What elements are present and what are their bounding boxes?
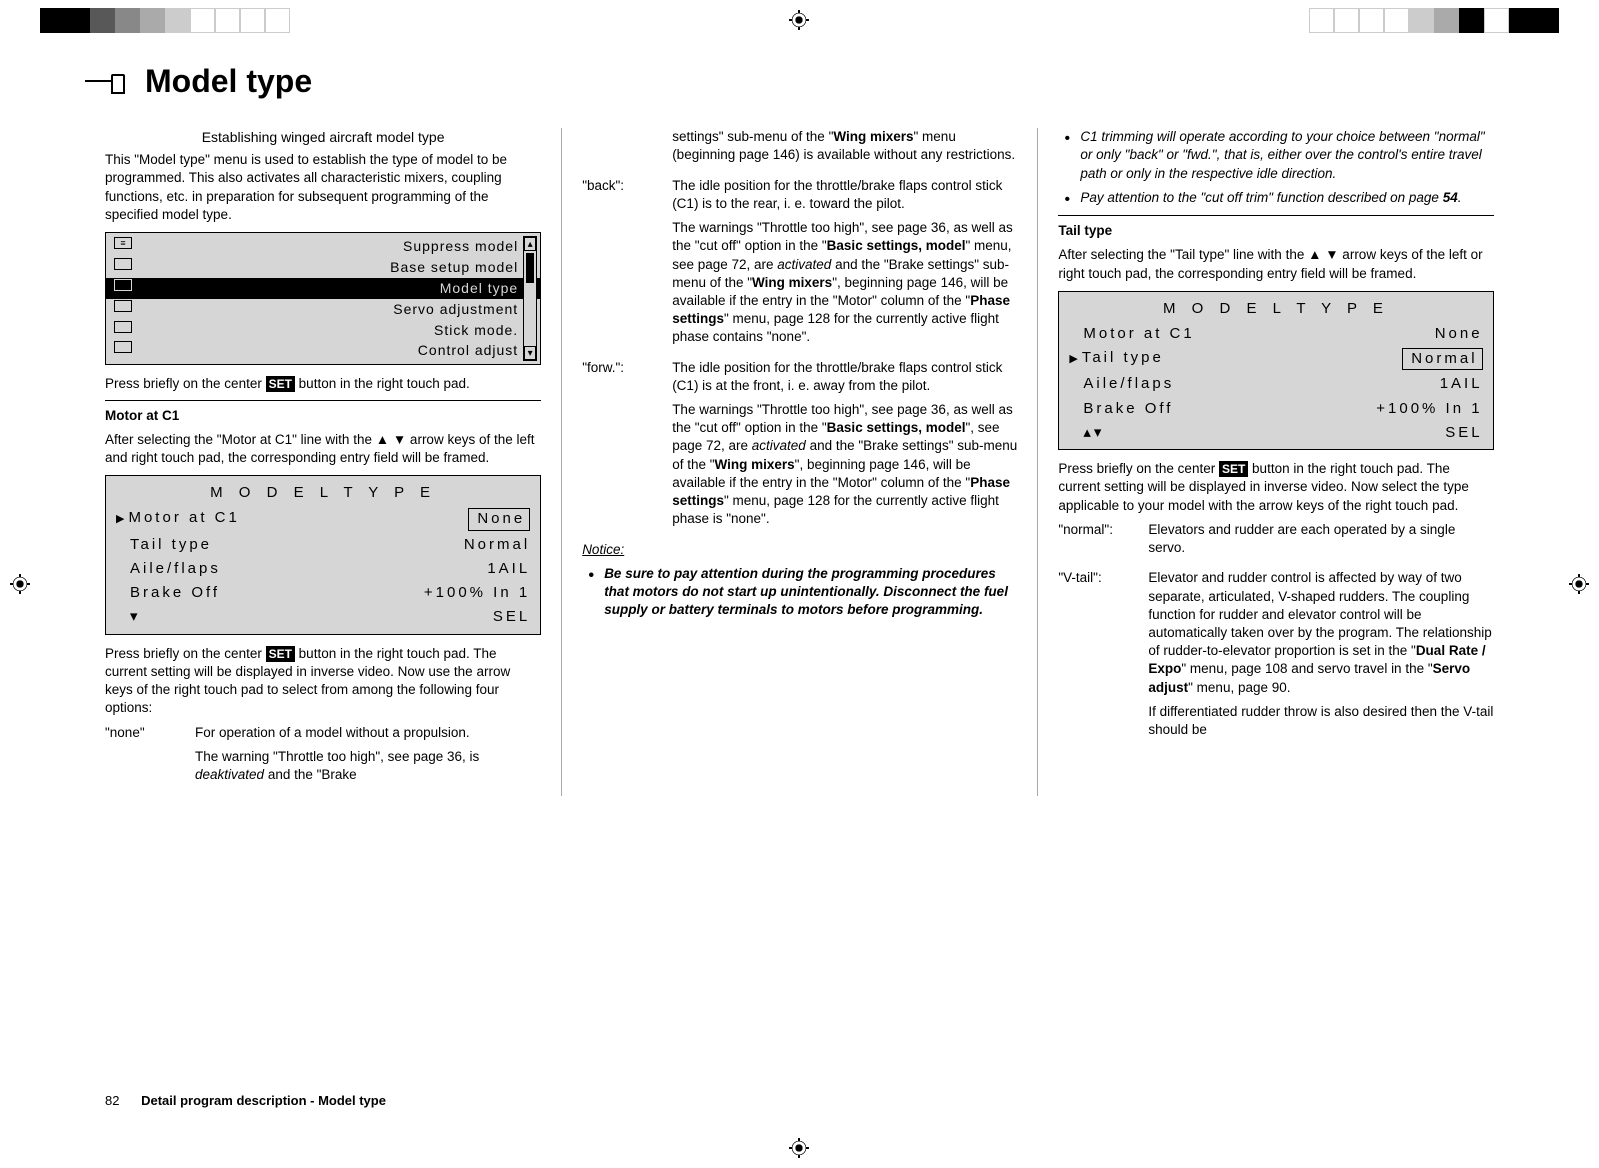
tail-paragraph: After selecting the "Tail type" line wit…: [1058, 246, 1493, 282]
option-normal: "normal": Elevators and rudder are each …: [1058, 521, 1493, 563]
page-footer: 82 Detail program description - Model ty…: [105, 1092, 386, 1110]
instruction: Press briefly on the center SET button i…: [105, 645, 541, 718]
lcd-row: Brake Off+100% In 1: [106, 581, 540, 605]
scroll-up-icon: ▴: [524, 237, 536, 251]
notice-item: C1 trimming will operate according to yo…: [1058, 128, 1493, 183]
lcd-main-menu: ▴▾ Suppress model Base setup model Model…: [105, 232, 541, 365]
list-icon: [114, 237, 132, 249]
lcd-row: ▴▾SEL: [1059, 421, 1492, 445]
lcd-row: Aile/flaps1AIL: [106, 557, 540, 581]
menu-item: Suppress model: [106, 236, 540, 257]
lcd-model-type-2: M O D E L T Y P E Motor at C1None Tail t…: [1058, 291, 1493, 451]
section-heading-motor: Motor at C1: [105, 407, 541, 425]
menu-item-selected: Model type: [106, 278, 540, 299]
module-icon: [114, 279, 132, 291]
set-button-label: SET: [1219, 461, 1248, 477]
registration-mark-icon: [10, 574, 30, 594]
lcd-row: Motor at C1None: [1059, 322, 1492, 346]
lcd-row: Tail typeNormal: [1059, 346, 1492, 372]
option-vtail: "V-tail": Elevator and rudder control is…: [1058, 569, 1493, 745]
instruction: Press briefly on the center SET button i…: [105, 375, 541, 393]
registration-mark-icon: [1569, 574, 1589, 594]
footer-title: Detail program description - Model type: [141, 1093, 386, 1108]
option-none-cont: settings" sub-menu of the "Wing mixers" …: [582, 128, 1017, 170]
lcd-title: M O D E L T Y P E: [1059, 296, 1492, 322]
lcd-row: Tail typeNormal: [106, 533, 540, 557]
page-number: 82: [105, 1092, 119, 1110]
module-icon: [114, 300, 132, 312]
option-none: "none" For operation of a model without …: [105, 724, 541, 791]
menu-item: Stick mode.: [106, 320, 540, 341]
aircraft-icon: [85, 72, 125, 92]
page-heading: Model type: [85, 60, 1515, 103]
lcd-row: Brake Off+100% In 1: [1059, 397, 1492, 421]
notice-item: Be sure to pay attention during the prog…: [582, 565, 1017, 620]
stick-icon: [114, 341, 132, 353]
lcd-title: M O D E L T Y P E: [106, 480, 540, 506]
page-title: Model type: [145, 60, 312, 103]
set-button-label: SET: [266, 376, 295, 392]
option-back: "back": The idle position for the thrott…: [582, 177, 1017, 353]
menu-item: Servo adjustment: [106, 299, 540, 320]
instruction: Press briefly on the center SET button i…: [1058, 460, 1493, 515]
menu-item: Control adjust: [106, 340, 540, 361]
lcd-row: Aile/flaps1AIL: [1059, 372, 1492, 396]
menu-item: Base setup model: [106, 257, 540, 278]
module-icon: [114, 258, 132, 270]
registration-mark-icon: [789, 1138, 809, 1158]
section-heading-tail: Tail type: [1058, 222, 1493, 240]
motor-paragraph: After selecting the "Motor at C1" line w…: [105, 431, 541, 467]
stick-icon: [114, 321, 132, 333]
set-button-label: SET: [266, 646, 295, 662]
intro-paragraph: This "Model type" menu is used to establ…: [105, 151, 541, 224]
scroll-down-icon: ▾: [524, 346, 536, 360]
notice-heading: Notice:: [582, 541, 1017, 559]
lcd-row: ▾SEL: [106, 605, 540, 629]
registration-mark-icon: [789, 10, 809, 30]
lcd-model-type-1: M O D E L T Y P E Motor at C1None Tail t…: [105, 475, 541, 635]
option-forw: "forw.": The idle position for the throt…: [582, 359, 1017, 535]
notice-item: Pay attention to the "cut off trim" func…: [1058, 189, 1493, 207]
lcd-row: Motor at C1None: [106, 506, 540, 532]
subtitle: Establishing winged aircraft model type: [105, 128, 541, 147]
scrollbar: ▴▾: [523, 236, 537, 361]
